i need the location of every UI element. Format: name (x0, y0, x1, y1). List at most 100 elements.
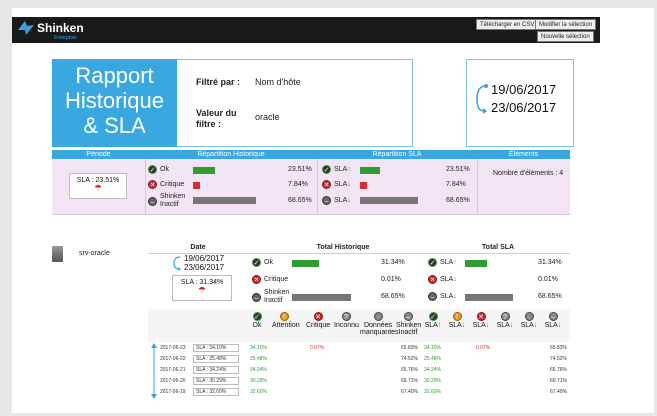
missing-data-icon: · (524, 312, 534, 321)
filter-value: oracle (255, 112, 280, 122)
detail-bar-ok (292, 260, 319, 267)
summary-body: SLA : 23.51% ☂ ✓ Ok 23.51% ✕ Critique 7.… (52, 159, 570, 215)
export-csv-button[interactable]: Télécharger en CSV (476, 19, 539, 30)
col-unknown: ? Inconnu (334, 312, 359, 329)
summary-sla-inactive: – SLA ↓ (322, 196, 351, 205)
ok-icon: ✓ (252, 312, 262, 321)
inactive-icon: – (403, 312, 413, 321)
detail-sla-pct-crit: 0.01% (538, 276, 558, 283)
bar-sla-ok (360, 167, 380, 174)
brand-name: Shinken (37, 21, 84, 35)
inactive-icon: – (252, 292, 261, 302)
report-title: Rapport Historique & SLA (52, 59, 177, 147)
table-row[interactable]: 2017-06-20 SLA : 30.29% 30.29% 69.71% 30… (148, 376, 570, 386)
new-selection-button[interactable]: Nouvelle sélection (537, 31, 594, 42)
col-inactive: – Shinken Inactif (396, 312, 422, 336)
filter-by-label: Filtré par : (196, 77, 241, 87)
detail-header-sla: Total SLA (481, 244, 515, 251)
ok-icon: ✓ (428, 258, 437, 267)
header-elements: Éléments (508, 151, 539, 158)
detail-hist-ok: ✓ Ok (252, 258, 273, 267)
bar-sla-inactive (360, 197, 418, 204)
arrow-down-icon: ↓ (453, 293, 457, 300)
date-range-icon (476, 84, 488, 114)
row-sla-box: SLA : 25.48% (193, 355, 239, 363)
daily-table-header: ✓ Ok ! Attention ✕ Critique ? Inconnu · Donné… (148, 309, 570, 342)
arrow-down-icon: ↓ (453, 276, 457, 283)
row-sla-box: SLA : 34.10% (193, 344, 239, 352)
table-row[interactable]: 2017-06-21 SLA : 34.24% 34.24% 65.76% 34… (148, 365, 570, 375)
col-sla-ok: ✓ SLA↑ (424, 312, 442, 329)
table-row[interactable]: 2017-06-23 SLA : 34.10% 34.10% 0.07% 65.… (148, 343, 570, 353)
filter-by-value: Nom d'hôte (255, 77, 301, 87)
date-range-panel: 19/06/2017 23/06/2017 (466, 59, 574, 147)
unknown-icon: ? (500, 312, 510, 321)
detail-sla-bar-inactive (465, 294, 513, 301)
table-row[interactable]: 2017-06-22 SLA : 25.48% 25.48% 74.52% 25… (148, 354, 570, 364)
ok-icon: ✓ (428, 312, 438, 321)
detail-date-start: 19/06/2017 (184, 254, 225, 263)
row-sla-box: SLA : 32.60% (193, 388, 239, 396)
detail-sla-inactive: – SLA ↓ (428, 292, 457, 301)
col-sla-warning: ! SLA↓ (448, 312, 466, 329)
col-warning: ! Attention (272, 312, 300, 329)
detail-sla-pct-inactive: 68.65% (538, 293, 562, 300)
inactive-icon: – (322, 196, 331, 205)
arrow-up-icon: ↑ (453, 259, 457, 266)
arrow-down-icon: ↓ (347, 197, 351, 204)
elements-count: Nombre d'éléments : 4 (493, 170, 564, 177)
date-range-icon (173, 256, 181, 271)
modify-selection-button[interactable]: Modifier la sélection (535, 19, 597, 30)
inactive-icon: – (148, 196, 157, 206)
summary-header: Période Répartition Historique Répartiti… (52, 150, 570, 159)
report-title-line: Rapport (75, 63, 154, 88)
shinken-logo-icon (18, 21, 34, 35)
detail-sla-crit: ✕ SLA ↓ (428, 275, 457, 284)
warning-icon: ! (452, 312, 462, 321)
col-sla-critical: ✕ SLA↓ (472, 312, 490, 329)
report-title-line: & SLA (83, 113, 146, 138)
arrow-down-icon: ↓ (347, 181, 351, 188)
filter-panel: Filtré par : Nom d'hôte Valeur du filtre… (177, 59, 413, 147)
col-ok: ✓ Ok (252, 312, 262, 329)
summary-hist-ok: ✓ Ok (148, 165, 169, 174)
col-sla-unknown: ? SLA↓ (496, 312, 514, 329)
detail-sla-pct-ok: 31.34% (538, 259, 562, 266)
detail-sla-box[interactable]: SLA : 31.34% ☂ (172, 275, 232, 301)
col-sla-inactive: – SLA↓ (544, 312, 562, 329)
critical-icon: ✕ (313, 312, 323, 321)
header-sla: Répartition SLA (372, 151, 422, 158)
detail-header-date: Date (190, 244, 206, 251)
missing-data-icon: · (373, 312, 383, 321)
bar-hist-ok (193, 167, 215, 174)
inactive-icon: – (548, 312, 558, 321)
pct-sla-ok: 23.51% (446, 166, 470, 173)
arrow-up-icon: ↑ (347, 166, 351, 173)
pct-hist-ok: 23.51% (288, 166, 312, 173)
row-sla-box: SLA : 30.29% (193, 377, 239, 385)
bar-hist-crit (193, 182, 200, 189)
date-end: 23/06/2017 (491, 100, 557, 115)
pct-sla-inactive: 68.65% (446, 197, 470, 204)
detail-date-end: 23/06/2017 (184, 263, 225, 272)
col-sla-missing: · SLA↓ (520, 312, 538, 329)
bar-sla-crit (360, 182, 367, 189)
storm-icon: ☂ (197, 285, 207, 295)
col-critical: ✕ Critique (306, 312, 331, 329)
shinken-logo[interactable]: Shinken Enterprise (18, 21, 84, 41)
table-row[interactable]: 2017-06-19 SLA : 32.60% 32.60% 67.40% 32… (148, 387, 570, 397)
server-name[interactable]: srv-oracle (79, 250, 110, 257)
col-missing-data: · Données manquantes (360, 312, 399, 336)
report-title-line: Historique (64, 88, 165, 113)
pct-hist-crit: 7.84% (288, 181, 308, 188)
server-icon (52, 246, 63, 262)
date-start: 19/06/2017 (491, 82, 557, 97)
row-sla-box: SLA : 34.24% (193, 366, 239, 374)
summary-sla-box[interactable]: SLA : 23.51% ☂ (69, 173, 127, 199)
detail-header-historic: Total Historique (316, 244, 370, 251)
brand-subtitle: Enterprise (54, 35, 77, 41)
summary-hist-crit: ✕ Critique (148, 180, 185, 189)
summary-hist-inactive: – Shinken Inactif (148, 193, 185, 209)
storm-icon: ☂ (93, 183, 103, 193)
ok-icon: ✓ (148, 165, 157, 174)
